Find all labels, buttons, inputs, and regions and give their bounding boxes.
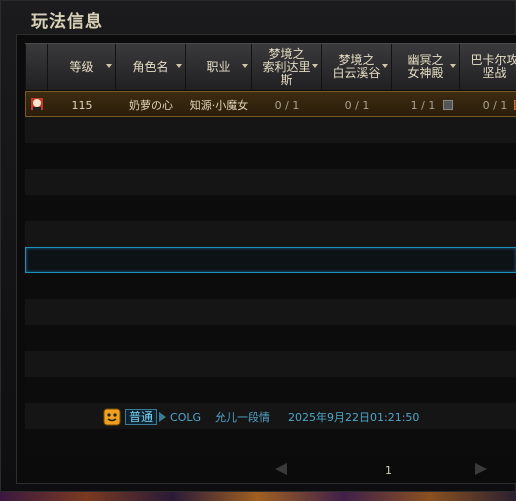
table-row[interactable]: 115 奶萝の心 知源·小魔女 0 / 1 0 / 1 1 / 1 0 / 1 bbox=[25, 91, 516, 117]
header-label: 梦境之 索利达里斯 bbox=[262, 46, 311, 87]
chat-message-line: 普通 COLG 允儿一段情 2025年9月22日01:21:50 bbox=[103, 406, 516, 428]
table-row bbox=[25, 429, 516, 455]
sort-arrow-icon bbox=[242, 64, 248, 68]
cell-dungeon-1: 0 / 1 bbox=[274, 98, 300, 112]
header-label: 幽冥之 女神殿 bbox=[407, 53, 444, 80]
table-row bbox=[25, 221, 516, 247]
table-row bbox=[25, 169, 516, 195]
header-dungeon-baiyun[interactable]: 梦境之 白云溪谷 bbox=[321, 44, 391, 90]
table-row bbox=[25, 377, 516, 403]
cell-level: 115 bbox=[71, 98, 93, 112]
header-character-name[interactable]: 角色名 bbox=[115, 44, 185, 90]
character-table-panel: 等级 角色名 职业 梦境之 索利达里斯 梦境之 白云溪谷 幽冥之 女神殿 巴卡尔攻 坚战… bbox=[16, 34, 516, 484]
header-level[interactable]: 等级 bbox=[47, 44, 115, 90]
pagination: 1 bbox=[247, 461, 507, 479]
cell-dungeon-2: 0 / 1 bbox=[344, 98, 370, 112]
header-blank bbox=[25, 44, 47, 90]
current-page: 1 bbox=[385, 464, 392, 477]
channel-arrow-icon bbox=[159, 412, 167, 422]
window-title: 玩法信息 bbox=[31, 12, 103, 32]
table-row bbox=[25, 117, 516, 143]
header-label: 角色名 bbox=[132, 59, 169, 74]
table-row-hover[interactable] bbox=[25, 247, 516, 273]
chat-message-text: 允儿一段情 bbox=[215, 411, 271, 424]
sort-arrow-icon bbox=[450, 64, 456, 68]
table-row bbox=[25, 299, 516, 325]
table-row bbox=[25, 143, 516, 169]
sort-arrow-icon bbox=[382, 64, 388, 68]
cell-character-name: 奶萝の心 bbox=[129, 99, 173, 112]
header-label: 巴卡尔攻 坚战 bbox=[470, 53, 516, 80]
header-label: 等级 bbox=[69, 59, 94, 74]
header-job[interactable]: 职业 bbox=[185, 44, 251, 90]
cell-dungeon-4: 0 / 1 bbox=[482, 98, 508, 112]
completed-icon bbox=[443, 100, 453, 110]
sort-arrow-icon bbox=[312, 64, 318, 68]
table-row bbox=[25, 273, 516, 299]
prev-page-icon[interactable] bbox=[275, 463, 287, 475]
cell-job: 知源·小魔女 bbox=[189, 99, 249, 112]
header-label: 梦境之 白云溪谷 bbox=[332, 53, 381, 80]
header-dungeon-bakal[interactable]: 巴卡尔攻 坚战 bbox=[459, 44, 516, 90]
table-row bbox=[25, 351, 516, 377]
header-dungeon-goddess[interactable]: 幽冥之 女神殿 bbox=[391, 44, 459, 90]
table-row bbox=[25, 325, 516, 351]
chat-timestamp: 2025年9月22日01:21:50 bbox=[288, 411, 420, 424]
play-info-window: 玩法信息 等级 角色名 职业 梦境之 索利达里斯 梦境之 白云溪谷 幽冥之 女神殿 巴… bbox=[0, 0, 516, 492]
header-label: 职业 bbox=[206, 59, 231, 74]
chat-sender[interactable]: COLG bbox=[170, 411, 201, 424]
sort-arrow-icon bbox=[106, 64, 112, 68]
sort-arrow-icon bbox=[176, 64, 182, 68]
character-avatar-icon bbox=[31, 98, 43, 110]
chat-face-icon bbox=[103, 408, 121, 426]
table-header: 等级 角色名 职业 梦境之 索利达里斯 梦境之 白云溪谷 幽冥之 女神殿 巴卡尔攻 坚战 bbox=[25, 43, 516, 90]
next-page-icon[interactable] bbox=[475, 463, 487, 475]
chat-channel-badge[interactable]: 普通 bbox=[125, 409, 158, 425]
header-dungeon-solidaris[interactable]: 梦境之 索利达里斯 bbox=[251, 44, 321, 90]
table-row bbox=[25, 195, 516, 221]
